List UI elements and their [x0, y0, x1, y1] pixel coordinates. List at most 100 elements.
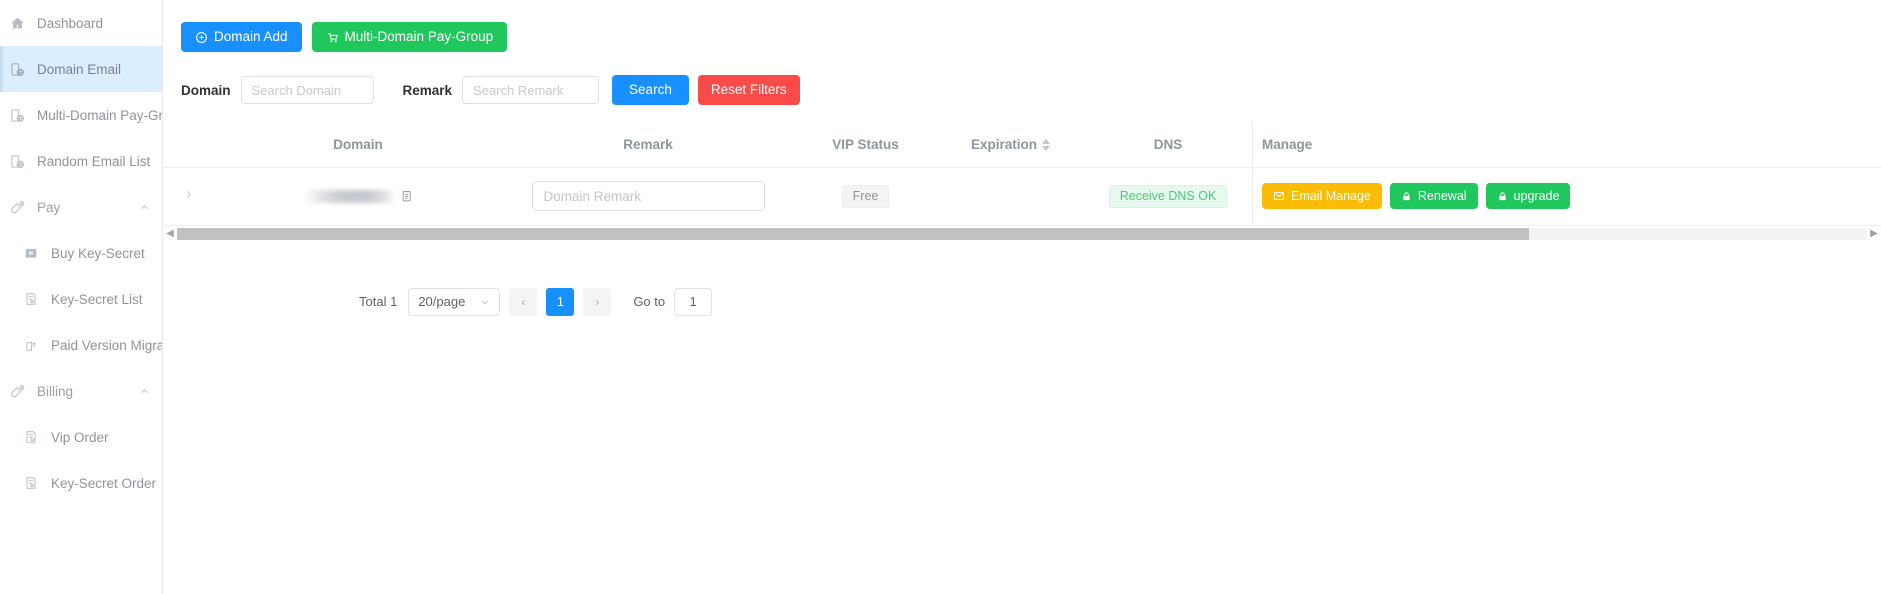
chevron-down-icon: [480, 297, 490, 307]
sidebar-item-label: Paid Version Migration: [51, 337, 162, 353]
chevron-up-icon: [139, 386, 150, 397]
list-icon: [20, 476, 42, 490]
sidebar-item-buy-key-secret[interactable]: Buy Key-Secret: [0, 230, 162, 276]
chevron-right-icon[interactable]: [183, 189, 194, 200]
search-button[interactable]: Search: [612, 75, 689, 105]
column-header-dns: DNS: [1083, 123, 1253, 168]
pay-icon: [6, 200, 28, 215]
next-page-button[interactable]: ›: [583, 287, 612, 316]
row-domain-cell: [213, 167, 503, 226]
sidebar-item-label: Key-Secret List: [51, 291, 143, 307]
action-toolbar: Domain Add Multi-Domain Pay-Group: [163, 0, 1881, 52]
scroll-right-arrow-icon[interactable]: ▶: [1867, 228, 1881, 239]
table-scroll-region: Domain Remark VIP Status Expiration DNS …: [163, 123, 1881, 226]
home-icon: [6, 16, 28, 31]
domain-remark-input[interactable]: [531, 181, 765, 211]
goto-page-label: Go to: [633, 294, 666, 309]
copy-icon[interactable]: [401, 190, 414, 203]
search-remark-input[interactable]: [462, 76, 600, 104]
filter-bar: Domain Remark Search Reset Filters: [163, 52, 1881, 105]
email-manage-button[interactable]: Email Manage: [1262, 183, 1382, 209]
row-vip-status-cell: Free: [793, 167, 938, 226]
sidebar-item-key-secret-list[interactable]: Key-Secret List: [0, 276, 162, 322]
domain-email-icon: [6, 108, 28, 123]
row-manage-cell: Email Manage Renewal upgrade: [1253, 167, 1881, 226]
column-header-expiration[interactable]: Expiration: [938, 123, 1083, 168]
plus-circle-icon: [195, 31, 208, 44]
sort-icon[interactable]: [1042, 138, 1050, 151]
page-size-select[interactable]: 20/page: [408, 287, 501, 316]
sidebar-item-key-secret-order[interactable]: Key-Secret Order: [0, 460, 162, 506]
column-header-expander: [163, 123, 213, 168]
status-badge-vip: Free: [841, 184, 890, 208]
remark-filter-label: Remark: [402, 82, 453, 98]
sidebar-item-multi-domain-pay-group[interactable]: Multi-Domain Pay-Group: [0, 92, 162, 138]
sidebar-item-domain-email[interactable]: Domain Email: [0, 46, 162, 92]
domain-add-label: Domain Add: [214, 29, 288, 45]
sidebar: Dashboard Domain Email Multi-Domain Pay-…: [0, 0, 163, 594]
column-header-manage: Manage: [1253, 123, 1881, 168]
column-header-remark: Remark: [503, 123, 793, 168]
list-icon: [20, 292, 42, 306]
table-row: Free Receive DNS OK: [163, 167, 1881, 226]
domain-filter-label: Domain: [181, 82, 231, 98]
lock-icon: [1497, 191, 1508, 202]
page-size-label: 20/page: [418, 294, 466, 309]
column-header-domain: Domain: [213, 123, 503, 168]
sidebar-item-label: Multi-Domain Pay-Group: [37, 107, 163, 123]
email-manage-label: Email Manage: [1291, 188, 1371, 203]
renewal-label: Renewal: [1417, 188, 1467, 203]
row-remark-cell: [503, 167, 793, 226]
prev-page-button[interactable]: ‹: [509, 287, 538, 316]
multi-domain-pay-group-button[interactable]: Multi-Domain Pay-Group: [311, 22, 508, 52]
column-header-vip-status: VIP Status: [793, 123, 938, 168]
sidebar-item-label: Random Email List: [37, 153, 151, 169]
sidebar-item-label: Pay: [37, 199, 61, 215]
lock-icon: [1401, 191, 1412, 202]
reset-filters-button[interactable]: Reset Filters: [697, 75, 800, 105]
multi-domain-label: Multi-Domain Pay-Group: [344, 29, 494, 45]
domain-email-icon: [6, 154, 28, 169]
sidebar-item-dashboard[interactable]: Dashboard: [0, 0, 162, 46]
column-header-expiration-label: Expiration: [970, 137, 1037, 153]
scroll-left-arrow-icon[interactable]: ◀: [163, 228, 177, 239]
domain-add-button[interactable]: Domain Add: [181, 22, 302, 52]
scrollbar-track[interactable]: [177, 227, 1867, 240]
app-root: Dashboard Domain Email Multi-Domain Pay-…: [0, 0, 1881, 594]
sidebar-group-pay[interactable]: Pay: [0, 184, 162, 230]
upgrade-button[interactable]: upgrade: [1485, 183, 1571, 209]
total-count-label: Total 1: [359, 294, 398, 309]
scrollbar-thumb[interactable]: [177, 227, 1529, 240]
sidebar-item-label: Dashboard: [37, 15, 104, 31]
main-content: Domain Add Multi-Domain Pay-Group Domain…: [163, 0, 1881, 594]
sidebar-item-label: Buy Key-Secret: [51, 245, 145, 261]
search-domain-input[interactable]: [240, 76, 374, 104]
domain-name-redacted: [302, 189, 395, 203]
envelope-icon: [1273, 190, 1285, 202]
fixed-column-divider: [1252, 123, 1253, 225]
list-icon: [20, 430, 42, 444]
sidebar-item-paid-version-migration[interactable]: Paid Version Migration: [0, 322, 162, 368]
goto-page-input[interactable]: [674, 287, 713, 316]
page-number-1[interactable]: 1: [546, 287, 575, 316]
domain-table: Domain Remark VIP Status Expiration DNS …: [163, 123, 1881, 242]
sidebar-group-billing[interactable]: Billing: [0, 368, 162, 414]
cart-icon: [326, 31, 339, 44]
sidebar-item-label: Billing: [37, 383, 74, 399]
sidebar-item-random-email-list[interactable]: Random Email List: [0, 138, 162, 184]
status-badge-dns: Receive DNS OK: [1108, 184, 1228, 208]
row-expiration-cell: [938, 167, 1083, 226]
domain-email-icon: [6, 62, 28, 77]
chevron-up-icon: [139, 202, 150, 213]
sidebar-item-vip-order[interactable]: Vip Order: [0, 414, 162, 460]
renewal-button[interactable]: Renewal: [1389, 183, 1478, 209]
row-dns-cell: Receive DNS OK: [1083, 167, 1253, 226]
upgrade-label: upgrade: [1513, 188, 1560, 203]
pagination: Total 1 20/page ‹ 1 › Go to: [163, 242, 1881, 316]
horizontal-scrollbar[interactable]: ◀ ▶: [163, 225, 1881, 242]
key-buy-icon: [20, 246, 42, 260]
sidebar-item-label: Vip Order: [51, 429, 109, 445]
row-expander-cell[interactable]: [163, 167, 213, 226]
pay-icon: [6, 384, 28, 399]
search-button-label: Search: [629, 82, 672, 98]
